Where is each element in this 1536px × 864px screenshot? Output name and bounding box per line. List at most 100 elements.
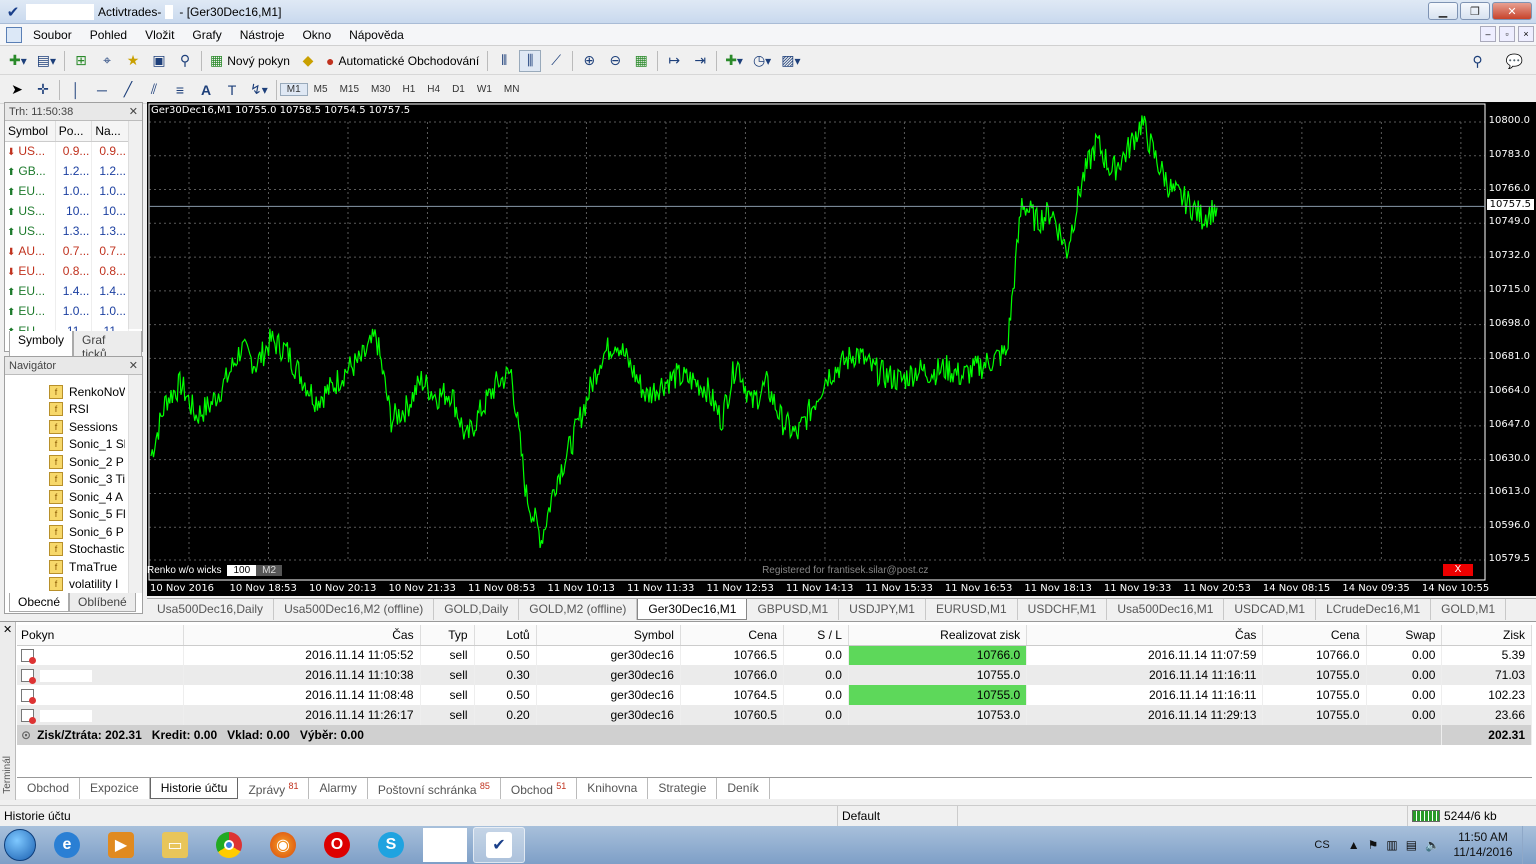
timeframe-w1[interactable]: W1 bbox=[471, 84, 498, 95]
chart-tab[interactable]: GOLD,M2 (offline) bbox=[519, 599, 638, 620]
menu-item-4[interactable]: Nástroje bbox=[231, 28, 294, 42]
chart-tab[interactable]: Usa500Dec16,M1 bbox=[1107, 599, 1225, 620]
history-col-header[interactable]: Lotů bbox=[474, 625, 537, 646]
market-watch-button[interactable]: ⊞ bbox=[70, 50, 92, 72]
navigator-item[interactable]: f Sonic_1 Sl bbox=[5, 436, 125, 454]
navigator-item[interactable]: f Sonic_5 Fl bbox=[5, 506, 125, 524]
metaeditor-button[interactable]: ◆ bbox=[297, 50, 319, 72]
mdi-restore-button[interactable]: ▫ bbox=[1499, 26, 1515, 42]
timeframe-h4[interactable]: H4 bbox=[421, 84, 446, 95]
chart-tab[interactable]: GBPUSD,M1 bbox=[747, 599, 840, 620]
taskbar-blank[interactable] bbox=[419, 827, 471, 863]
history-row[interactable]: 2016.11.14 11:08:48 sell 0.50 ger30dec16 107… bbox=[17, 685, 1532, 705]
history-col-header[interactable]: Swap bbox=[1366, 625, 1443, 646]
new-order-button[interactable]: ▦ Nový pokyn bbox=[207, 50, 293, 72]
zoom-in-button[interactable]: ⊕ bbox=[578, 50, 600, 72]
timeframe-d1[interactable]: D1 bbox=[446, 84, 471, 95]
history-col-header[interactable]: Zisk bbox=[1441, 625, 1532, 646]
show-desktop-button[interactable] bbox=[1522, 826, 1536, 864]
history-col-header[interactable]: Realizovat zisk bbox=[848, 625, 1028, 646]
mdi-close-button[interactable]: × bbox=[1518, 26, 1534, 42]
action-center-icon[interactable]: ⚑ bbox=[1368, 838, 1379, 852]
start-button[interactable] bbox=[0, 827, 40, 863]
tile-windows-button[interactable]: ▦ bbox=[630, 50, 652, 72]
line-chart-button[interactable]: ⟋ bbox=[545, 50, 567, 72]
tray-expand-icon[interactable]: ▲ bbox=[1348, 838, 1360, 852]
taskbar-skype[interactable]: S bbox=[365, 827, 417, 863]
mw-row[interactable]: ⬆ EU... 1.4... 1.4... bbox=[5, 281, 129, 301]
indicator-value-1[interactable]: 100 bbox=[227, 564, 257, 576]
mw-col-header[interactable]: Po... bbox=[55, 121, 93, 142]
menu-item-1[interactable]: Pohled bbox=[81, 28, 136, 42]
indicator-value-2[interactable]: M2 bbox=[256, 564, 283, 576]
bar-chart-button[interactable]: ⫴ bbox=[493, 50, 515, 72]
text-label-icon[interactable]: T bbox=[221, 79, 243, 101]
text-icon[interactable]: A bbox=[195, 79, 217, 101]
navigator-item[interactable]: f Sonic_6 P bbox=[5, 523, 125, 541]
navigator-item[interactable]: f Sonic_4 A bbox=[5, 488, 125, 506]
chart-tab[interactable]: USDJPY,M1 bbox=[839, 599, 926, 620]
navigator-item[interactable]: f RSI bbox=[5, 401, 125, 419]
navigator-button[interactable]: ★ bbox=[122, 50, 144, 72]
minimize-button[interactable]: ▁ bbox=[1428, 2, 1458, 20]
mw-row[interactable]: ⬆ US... 10... 10... bbox=[5, 201, 129, 221]
mw-row[interactable]: ⬇ EU... 0.8... 0.8... bbox=[5, 261, 129, 281]
history-col-header[interactable]: Typ bbox=[420, 625, 475, 646]
mw-row[interactable]: ⬆ GB... 1.2... 1.2... bbox=[5, 161, 129, 181]
auto-trading-button[interactable]: ● Automatické Obchodování bbox=[323, 50, 482, 72]
clock[interactable]: 11:50 AM 11/14/2016 bbox=[1448, 830, 1518, 860]
indicator-close-button[interactable]: X bbox=[1443, 564, 1473, 576]
history-row[interactable]: 2016.11.14 11:10:38 sell 0.30 ger30dec16 107… bbox=[17, 665, 1532, 685]
chat-icon[interactable]: 💬 bbox=[1503, 50, 1526, 72]
new-chart-button[interactable]: ✚ ▾ bbox=[6, 50, 30, 72]
timeframe-mn[interactable]: MN bbox=[498, 84, 526, 95]
tester-button[interactable]: ⚲ bbox=[174, 50, 196, 72]
chart-tab[interactable]: USDCHF,M1 bbox=[1018, 599, 1108, 620]
timeframe-m5[interactable]: M5 bbox=[308, 84, 334, 95]
fibonacci-icon[interactable]: ≡ bbox=[169, 79, 191, 101]
arrows-icon[interactable]: ↯ ▾ bbox=[247, 79, 271, 101]
search-icon[interactable]: ⚲ bbox=[1467, 50, 1489, 72]
close-icon[interactable]: ✕ bbox=[3, 623, 12, 636]
navigator-tab-0[interactable]: Obecné bbox=[9, 593, 70, 612]
chart-tab[interactable]: EURUSD,M1 bbox=[926, 599, 1018, 620]
profiles-button[interactable]: ▤ ▾ bbox=[34, 50, 59, 72]
history-col-header[interactable]: S / L bbox=[783, 625, 849, 646]
terminal-tab[interactable]: Knihovna bbox=[577, 778, 649, 799]
price-chart[interactable]: Ger30Dec16,M1 10755.0 10758.5 10754.5 10… bbox=[147, 102, 1536, 596]
chart-tab[interactable]: USDCAD,M1 bbox=[1224, 599, 1317, 620]
chart-tab[interactable]: LCrudeDec16,M1 bbox=[1316, 599, 1432, 620]
chart-tab[interactable]: GOLD,Daily bbox=[434, 599, 520, 620]
terminal-tab[interactable]: Poštovní schránka 85 bbox=[368, 778, 501, 799]
periods-button[interactable]: ◷ ▾ bbox=[750, 50, 774, 72]
navigator-item[interactable]: f Sonic_2 P bbox=[5, 453, 125, 471]
restore-button[interactable]: ❐ bbox=[1460, 2, 1490, 20]
taskbar-metatrader[interactable]: ✔ bbox=[473, 827, 525, 863]
terminal-tab[interactable]: Alarmy bbox=[309, 778, 368, 799]
close-icon[interactable]: ✕ bbox=[129, 359, 138, 372]
taskbar-ie[interactable]: e bbox=[41, 827, 93, 863]
taskbar-firefox[interactable]: ◉ bbox=[257, 827, 309, 863]
taskbar-media[interactable]: ▶ bbox=[95, 827, 147, 863]
templates-button[interactable]: ▨ ▾ bbox=[778, 50, 803, 72]
navigator-tab-1[interactable]: Oblíbené bbox=[69, 593, 136, 612]
navigator-scrollbar[interactable] bbox=[128, 375, 142, 593]
mw-row[interactable]: ⬇ AU... 0.7... 0.7... bbox=[5, 241, 129, 261]
mw-row[interactable]: ⬆ US... 1.3... 1.3... bbox=[5, 221, 129, 241]
data-window-button[interactable]: ⌖ bbox=[96, 50, 118, 72]
menu-item-2[interactable]: Vložit bbox=[136, 28, 183, 42]
navigator-item[interactable]: f volatility I bbox=[5, 576, 125, 594]
close-icon[interactable]: ✕ bbox=[129, 105, 138, 118]
vertical-line-icon[interactable]: │ bbox=[65, 79, 87, 101]
mdi-minimize-button[interactable]: – bbox=[1480, 26, 1496, 42]
language-indicator[interactable]: CS bbox=[1314, 839, 1329, 851]
terminal-tab[interactable]: Obchod 51 bbox=[501, 778, 578, 799]
menu-item-5[interactable]: Okno bbox=[293, 28, 340, 42]
history-col-header[interactable]: Cena bbox=[680, 625, 785, 646]
chart-tab[interactable]: Ger30Dec16,M1 bbox=[637, 599, 748, 620]
navigator-item[interactable]: f TmaTrue bbox=[5, 558, 125, 576]
navigator-item[interactable]: f RenkoNoW bbox=[5, 383, 125, 401]
terminal-tab[interactable]: Deník bbox=[717, 778, 770, 799]
history-col-header[interactable]: Cena bbox=[1262, 625, 1367, 646]
navigator-item[interactable]: f Sessions bbox=[5, 418, 125, 436]
